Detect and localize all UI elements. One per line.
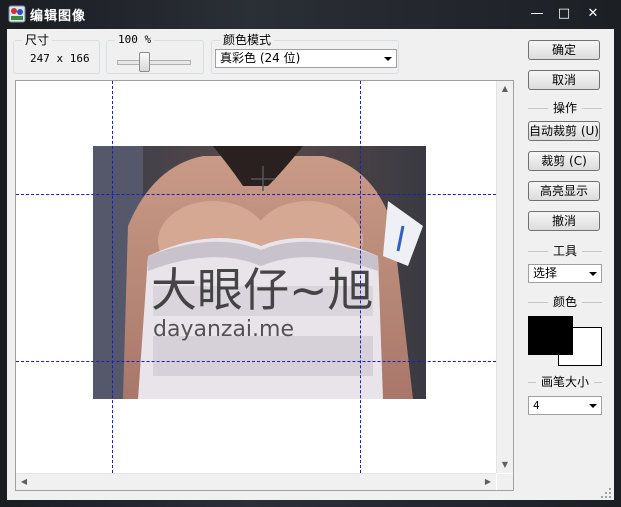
- scroll-left-icon[interactable]: ◀: [16, 474, 32, 490]
- color-mode-value: 真彩色 (24 位): [220, 51, 301, 65]
- brush-size-label: 画笔大小: [540, 375, 589, 389]
- zoom-group: 100 %: [106, 33, 204, 74]
- selection-left-line[interactable]: [112, 81, 113, 473]
- brush-size-select[interactable]: 4: [528, 396, 602, 415]
- brush-size-section-header: 画笔大小: [528, 375, 602, 389]
- app-icon: [8, 5, 26, 23]
- chevron-down-icon: [384, 57, 392, 61]
- maximize-icon: □: [557, 6, 571, 21]
- horizontal-scrollbar[interactable]: ◀ ▶: [16, 473, 496, 490]
- crop-button[interactable]: 裁剪 (C): [528, 151, 600, 171]
- size-value: 247 x 166: [30, 52, 90, 65]
- zoom-label: 100 %: [115, 33, 155, 47]
- tools-section-header: 工具: [528, 244, 602, 258]
- color-mode-label: 颜色模式: [220, 33, 275, 47]
- brush-size-value: 4: [533, 399, 540, 412]
- window-title: 编辑图像: [30, 9, 87, 24]
- color-mode-group: 颜色模式 真彩色 (24 位): [211, 33, 399, 74]
- ok-button[interactable]: 确定: [528, 40, 600, 60]
- selection-bottom-line[interactable]: [16, 361, 496, 362]
- operations-label: 操作: [552, 101, 577, 115]
- chevron-down-icon: [589, 404, 597, 408]
- watermark-domain: dayanzai.me: [153, 317, 294, 342]
- scroll-up-icon[interactable]: ▲: [497, 81, 513, 97]
- cancel-button[interactable]: 取消: [528, 70, 600, 90]
- minimize-icon: —: [530, 6, 544, 21]
- zoom-slider-track[interactable]: [117, 60, 191, 65]
- tool-select[interactable]: 选择: [528, 264, 602, 283]
- color-label: 颜色: [552, 295, 577, 309]
- title-bar: 编辑图像 — □ ✕: [0, 0, 621, 28]
- image-canvas[interactable]: 大眼仔~旭 dayanzai.me ▲ ▼ ◀ ▶: [15, 80, 514, 491]
- highlight-button[interactable]: 高亮显示: [528, 181, 600, 201]
- undo-button[interactable]: 撤消: [528, 211, 600, 231]
- size-group: 尺寸 247 x 166: [13, 33, 100, 74]
- selection-right-line[interactable]: [360, 81, 361, 473]
- scrollbar-corner: [497, 474, 513, 490]
- scroll-right-icon[interactable]: ▶: [480, 474, 496, 490]
- auto-crop-button[interactable]: 自动裁剪 (U): [528, 121, 600, 141]
- close-button[interactable]: ✕: [580, 4, 606, 23]
- dialog-client-area: 尺寸 247 x 166 100 % 颜色模式 真彩色 (24 位) 大眼仔~旭…: [7, 29, 614, 500]
- color-mode-select[interactable]: 真彩色 (24 位): [215, 49, 397, 68]
- chevron-down-icon: [589, 272, 597, 276]
- vertical-scrollbar[interactable]: ▲ ▼: [496, 81, 513, 473]
- resize-grip-icon[interactable]: [600, 487, 612, 499]
- maximize-button[interactable]: □: [551, 4, 577, 23]
- scroll-down-icon[interactable]: ▼: [497, 457, 513, 473]
- operations-section-header: 操作: [528, 101, 602, 115]
- tool-select-value: 选择: [533, 266, 558, 280]
- size-label: 尺寸: [22, 33, 53, 47]
- selection-top-line[interactable]: [16, 194, 496, 195]
- foreground-color-swatch[interactable]: [528, 316, 573, 355]
- zoom-slider-thumb[interactable]: [139, 52, 150, 72]
- tools-label: 工具: [552, 244, 577, 258]
- color-section-header: 颜色: [528, 295, 602, 309]
- minimize-button[interactable]: —: [524, 4, 550, 23]
- edit-image-window: 编辑图像 — □ ✕ 尺寸 247 x 166 100 % 颜色模式 真彩色 (…: [0, 0, 621, 507]
- close-icon: ✕: [587, 6, 599, 21]
- watermark-title: 大眼仔~旭: [151, 263, 374, 317]
